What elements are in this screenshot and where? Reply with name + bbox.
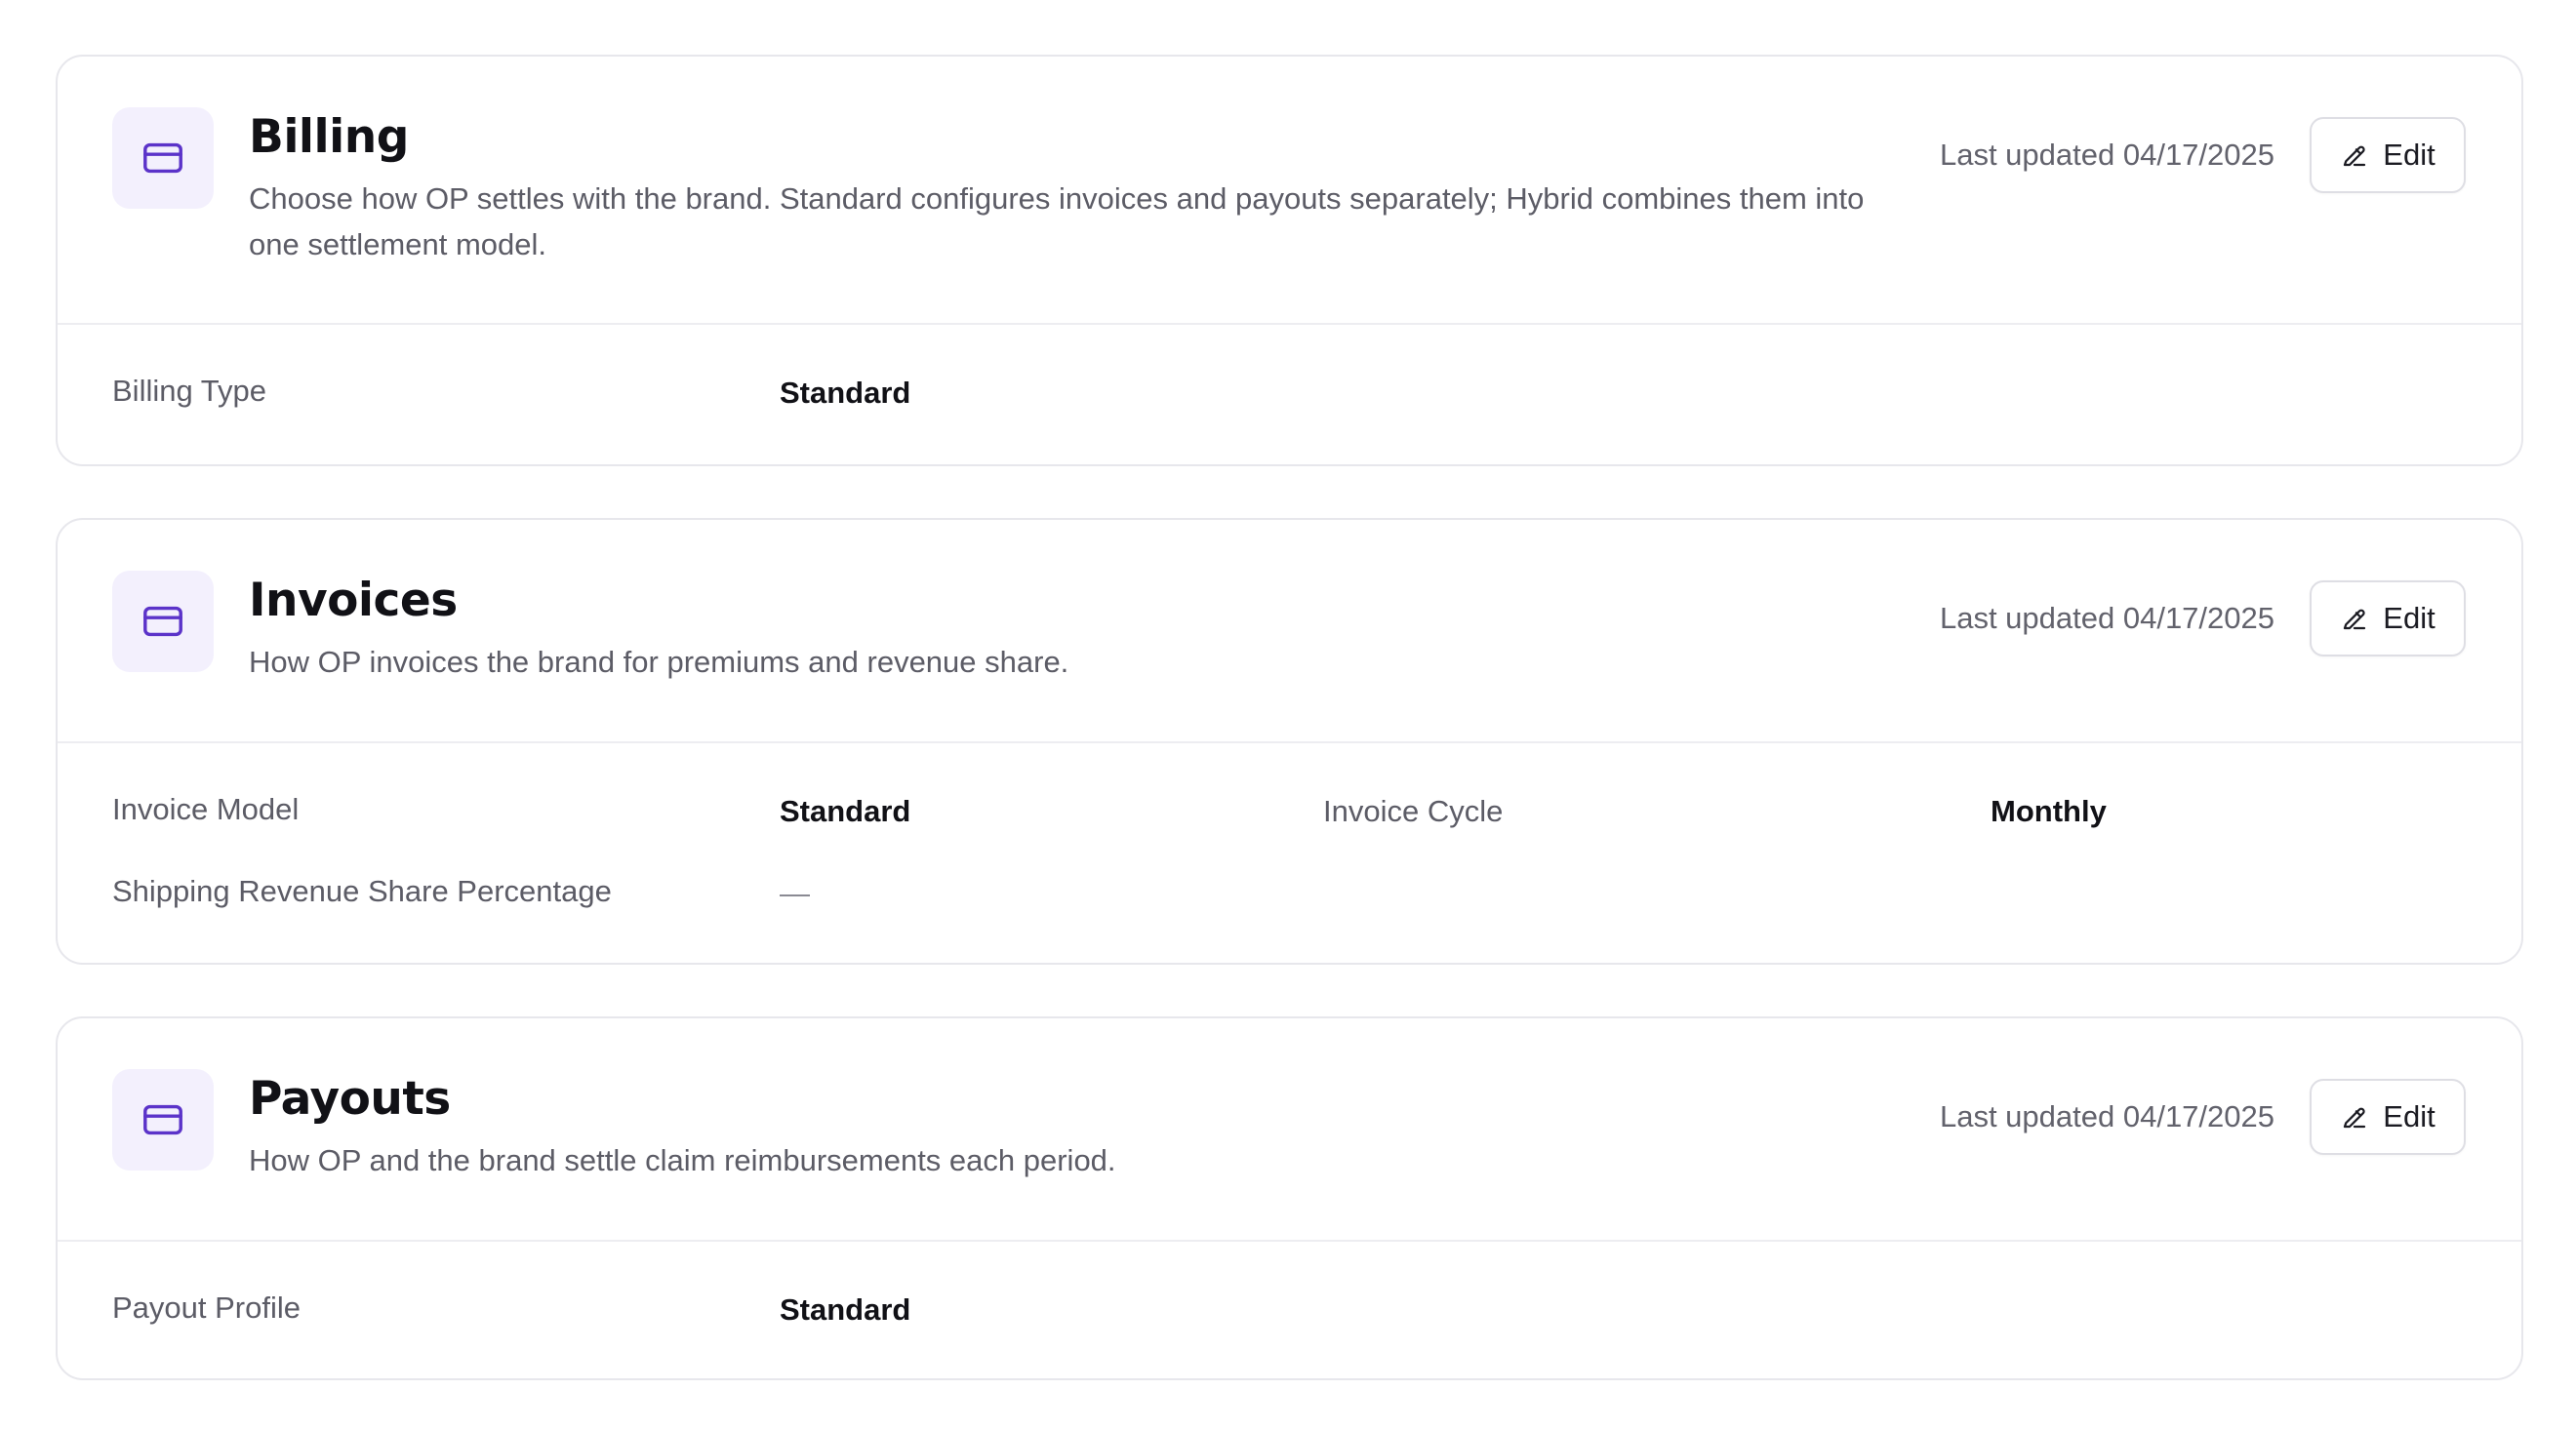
field-row-invoice-model: Invoice Model [112,786,299,833]
invoices-last-updated: Last updated 04/17/2025 [1939,601,2274,635]
billing-edit-label: Edit [2383,138,2435,172]
billing-edit-button[interactable]: Edit [2310,117,2466,193]
invoices-edit-button[interactable]: Edit [2310,580,2466,656]
credit-card-icon [143,606,182,637]
billing-header-text: Billing Choose how OP settles with the b… [249,109,1869,267]
invoices-card: Invoices How OP invoices the brand for p… [56,518,2523,965]
field-value-shipping-revenue-share: — [780,876,810,910]
payouts-header-text: Payouts How OP and the brand settle clai… [249,1071,1869,1183]
billing-card: Billing Choose how OP settles with the b… [56,55,2523,466]
pencil-icon [2344,609,2366,630]
payouts-edit-button[interactable]: Edit [2310,1079,2466,1155]
billing-meta: Last updated 04/17/2025 Edit [1940,117,2466,193]
invoices-meta: Last updated 04/17/2025 Edit [1940,580,2466,656]
settlement-settings-page: Billing Choose how OP settles with the b… [0,0,2576,1430]
field-label-invoice-cycle: Invoice Cycle [1323,794,1504,828]
invoices-header-text: Invoices How OP invoices the brand for p… [249,573,1869,685]
field-value-payout-profile: Standard [780,1292,911,1327]
invoices-edit-label: Edit [2383,601,2435,635]
pencil-icon [2344,1107,2366,1129]
field-label-shipping-revenue-share: Shipping Revenue Share Percentage [112,874,612,908]
payouts-card-header: Payouts How OP and the brand settle clai… [58,1018,2521,1242]
field-value-billing-type: Standard [780,376,911,410]
billing-icon-tile [112,107,214,209]
field-row-billing-type: Billing Type [112,368,266,415]
field-label-billing-type: Billing Type [112,374,266,408]
field-row-shipping-revenue-share: Shipping Revenue Share Percentage [112,868,612,915]
payouts-last-updated: Last updated 04/17/2025 [1939,1099,2274,1133]
invoices-icon-tile [112,571,214,672]
invoices-description: How OP invoices the brand for premiums a… [249,645,1069,679]
payouts-meta: Last updated 04/17/2025 Edit [1940,1079,2466,1155]
payouts-edit-label: Edit [2383,1099,2435,1133]
billing-title: Billing [249,110,409,164]
field-value-invoice-model: Standard [780,794,911,828]
invoices-card-header: Invoices How OP invoices the brand for p… [58,520,2521,743]
field-label-invoice-model: Invoice Model [112,792,300,826]
pencil-icon [2344,145,2366,167]
credit-card-icon [143,142,182,174]
invoices-title: Invoices [249,574,458,627]
billing-card-header: Billing Choose how OP settles with the b… [58,57,2521,325]
billing-description: Choose how OP settles with the brand. St… [249,181,1865,261]
field-value-invoice-cycle: Monthly [1991,794,2107,828]
billing-last-updated: Last updated 04/17/2025 [1939,138,2274,172]
payouts-card: Payouts How OP and the brand settle clai… [56,1016,2523,1380]
payouts-title: Payouts [249,1072,451,1126]
field-row-payout-profile: Payout Profile [112,1285,301,1331]
payouts-icon-tile [112,1069,214,1171]
field-label-payout-profile: Payout Profile [112,1291,301,1325]
payouts-description: How OP and the brand settle claim reimbu… [249,1143,1116,1177]
credit-card-icon [143,1104,182,1135]
